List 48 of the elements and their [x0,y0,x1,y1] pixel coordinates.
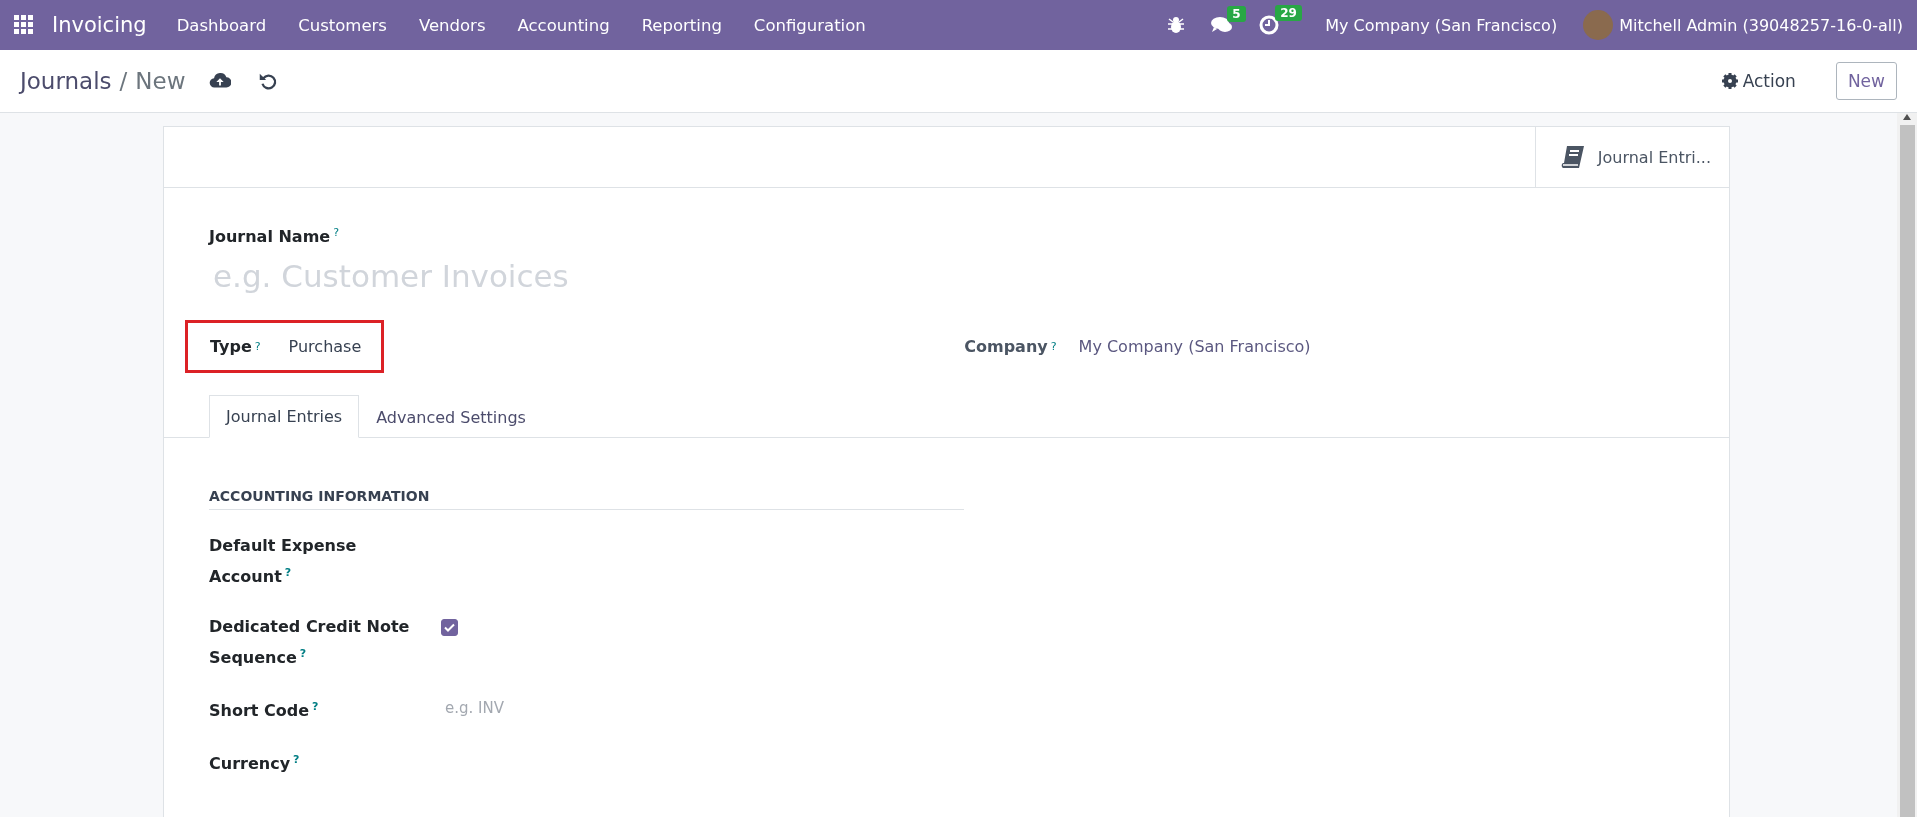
gear-icon [1721,73,1738,89]
book-icon [1559,144,1586,170]
menu-item[interactable]: Customers [298,15,387,35]
checkmark-icon [444,622,455,632]
menu-item[interactable]: Configuration [753,15,866,35]
field-label: Sequence [209,648,297,667]
help-tooltip-mark[interactable]: ? [284,566,292,580]
field-label: Default Expense [209,536,357,556]
checkbox[interactable] [441,618,458,636]
activity-count-badge: 29 [1275,5,1302,21]
company-switcher[interactable]: My Company (San Francisco) [1325,15,1558,35]
field-label: Dedicated Credit Note [209,616,410,636]
help-tooltip-mark[interactable]: ? [333,226,340,239]
scroll-up-arrow-icon[interactable] [1902,113,1912,121]
help-tooltip-mark[interactable]: ? [1050,340,1057,354]
bug-icon[interactable] [1167,16,1186,34]
menu-item[interactable]: Accounting [517,15,610,35]
field-label: Currency [209,754,291,774]
field-label: Company [964,337,1048,357]
help-tooltip-mark[interactable]: ? [299,646,307,660]
scrollbar-thumb[interactable] [1899,125,1915,817]
menu-item[interactable]: Vendors [418,15,486,35]
help-tooltip-mark[interactable]: ? [254,340,261,354]
tab[interactable]: Advanced Settings [359,395,543,439]
menu-item[interactable]: Dashboard [176,15,267,35]
field-label: Account [209,567,282,587]
breadcrumb-current: New [135,68,186,94]
help-tooltip-mark[interactable]: ? [293,753,300,767]
short-code-input[interactable]: e.g. INV [441,693,749,723]
field-label: Short Code [209,701,310,721]
app-grid-icon[interactable] [14,15,34,35]
field-label: Journal Name [209,227,331,247]
app-name[interactable]: Invoicing [52,13,147,37]
new-button[interactable]: New [1835,62,1897,100]
section-heading: ACCOUNTING INFORMATION [209,488,964,511]
action-button[interactable]: Action [1715,70,1802,92]
field-label: Type [210,337,252,357]
company-select[interactable]: My Company (San Francisco) [1078,337,1311,357]
chat-icon[interactable] [1211,16,1234,34]
user-menu[interactable]: Mitchell Admin (39048257-16-0-all) [1619,15,1903,35]
type-select[interactable]: Purchase [288,337,362,357]
breadcrumb-link[interactable]: Journals [20,68,112,94]
menu-item[interactable]: Reporting [641,15,722,35]
tab[interactable]: Journal Entries [209,395,360,439]
breadcrumb-separator: / [119,68,128,94]
clock-icon[interactable] [1259,15,1280,35]
help-tooltip-mark[interactable]: ? [312,700,319,713]
message-count-badge: 5 [1227,6,1246,22]
